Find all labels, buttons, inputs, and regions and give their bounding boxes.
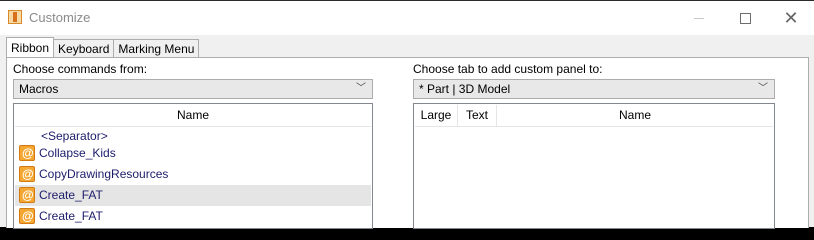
macro-icon [19,164,35,185]
list-item-label: Create_FAT [39,209,103,223]
ribbon-tab-panel: Choose commands from: Macros ﹀ Name <Sep… [6,57,809,229]
maximize-button[interactable] [722,1,768,35]
list-item-label: Create_FAT [39,188,103,202]
close-button[interactable]: ✕ [768,1,814,35]
custom-panel-list[interactable]: Large Text Name [413,103,775,229]
window-title: Customize [29,10,91,25]
column-name[interactable]: Name [497,105,773,126]
chevron-down-icon: ﹀ [356,83,366,94]
list-item-macro-selected[interactable]: Create_FAT [15,185,371,206]
chevron-down-icon: ﹀ [758,83,768,94]
minimize-button[interactable] [676,1,722,35]
custom-panel-tab-combo[interactable]: * Part | 3D Model ﹀ [413,79,775,99]
commands-list-header: Name [15,105,371,127]
tab-keyboard[interactable]: Keyboard [53,39,115,58]
commands-from-combo[interactable]: Macros ﹀ [13,79,373,99]
custom-panel-tab-label: Choose tab to add custom panel to: [413,62,603,76]
commands-from-value: Macros [19,82,59,96]
custom-panel-tab-value: * Part | 3D Model [419,82,511,96]
list-item-macro[interactable]: Collapse_Kids [15,143,371,164]
title-bar[interactable]: Customize ✕ [0,1,814,35]
customize-dialog: Customize ✕ Ribbon Keyboard Marking Menu… [0,0,814,229]
tab-strip: Ribbon Keyboard Marking Menu [6,37,200,58]
column-text[interactable]: Text [458,105,497,126]
commands-list[interactable]: Name <Separator> Collapse_Kids CopyDrawi… [13,103,373,229]
list-item-label: CopyDrawingResources [39,167,169,181]
macro-icon [19,206,35,227]
list-item-macro[interactable]: CopyDrawingResources [15,164,371,185]
minimize-icon [694,17,704,19]
autodesk-inventor-icon [8,10,22,24]
commands-from-label: Choose commands from: [13,62,148,76]
custom-panel-list-header: Large Text Name [415,105,773,127]
column-name[interactable]: Name [15,105,371,126]
tab-marking-menu[interactable]: Marking Menu [113,39,200,58]
macro-icon [19,143,35,164]
close-icon: ✕ [783,8,799,28]
column-large[interactable]: Large [415,105,458,126]
tab-ribbon[interactable]: Ribbon [6,37,55,58]
macro-icon [19,185,35,206]
list-item-macro[interactable]: Create_FAT [15,206,371,227]
list-item-label: Collapse_Kids [39,146,116,160]
maximize-icon [739,12,751,24]
